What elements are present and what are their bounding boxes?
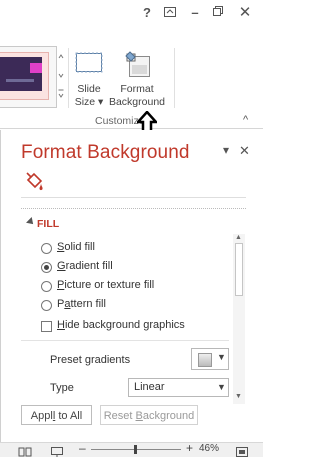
section-divider [21,340,229,341]
format-background-button[interactable]: Format Background [108,50,166,112]
reading-view-icon[interactable] [18,444,32,457]
ribbon-display-options-button[interactable] [163,5,177,21]
type-dropdown[interactable]: Linear ▼ [128,378,229,397]
help-button[interactable]: ? [140,5,154,21]
hide-background-graphics-label[interactable]: Hide background graphics [57,319,185,331]
pane-divider-dotted [21,208,246,210]
slide-size-button[interactable]: Slide Size ▾ [72,50,106,112]
format-background-icon [125,51,150,77]
type-label: Type [50,382,74,394]
pane-close-button[interactable]: ✕ [239,143,250,159]
zoom-slider-thumb[interactable] [134,445,137,454]
pane-title: Format Background [21,142,190,163]
gallery-scroll[interactable] [58,52,64,102]
format-background-label: Format [120,83,154,95]
ribbon-display-icon [164,7,176,17]
reset-background-button[interactable]: Reset Background [100,405,198,425]
chevron-down-icon: ▼ [217,382,226,392]
theme-bar-swatch [6,79,34,82]
solid-fill-label[interactable]: Solid fill [57,241,95,253]
zoom-out-button[interactable]: – [79,441,86,455]
pane-menu-button[interactable]: ▾ [223,143,229,157]
pattern-fill-radio[interactable] [41,300,52,311]
preset-gradients-dropdown[interactable]: ▼ [191,348,229,370]
gallery-scroll-arrows-icon [58,54,64,98]
close-window-button[interactable]: ✕ [238,5,252,21]
type-value: Linear [134,381,165,393]
theme-accent-swatch [30,63,42,73]
preset-gradients-label: Preset gradients [50,354,131,366]
fill-bucket-icon[interactable] [23,171,45,193]
gradient-swatch [198,353,212,367]
hide-background-graphics-checkbox[interactable] [41,321,52,332]
scroll-up-icon[interactable]: ▲ [235,234,242,241]
scrollbar-thumb[interactable] [235,243,243,296]
picture-texture-fill-label[interactable]: Picture or texture fill [57,279,154,291]
fill-section-header[interactable]: FILL [37,218,59,230]
gradient-fill-radio[interactable] [41,262,52,273]
slide-size-icon [75,52,103,73]
slide-size-label-2: Size ▾ [74,96,104,108]
zoom-in-button[interactable]: + [186,441,193,455]
pane-divider [21,197,246,198]
apply-to-all-button[interactable]: Appll to All [21,405,92,425]
scroll-down-icon[interactable]: ▼ [235,393,242,400]
collapse-ribbon-button[interactable]: ^ [243,114,248,126]
fit-slide-icon[interactable] [236,444,248,457]
ribbon-separator [174,48,175,108]
gradient-fill-label[interactable]: Gradient fill [57,260,113,272]
theme-thumbnail[interactable] [0,52,49,100]
solid-fill-radio[interactable] [41,243,52,254]
zoom-level[interactable]: 46% [199,443,219,454]
minimize-button[interactable]: – [188,5,202,21]
restore-icon [213,6,223,16]
chevron-down-icon: ▼ [217,352,226,362]
slide-show-icon[interactable] [50,444,64,457]
picture-texture-fill-radio[interactable] [41,281,52,292]
slide-size-label: Slide [77,83,101,95]
restore-button[interactable] [211,5,225,21]
pattern-fill-label[interactable]: Pattern fill [57,298,106,310]
format-background-label-2: Background [108,96,166,108]
ribbon-separator [68,48,69,108]
